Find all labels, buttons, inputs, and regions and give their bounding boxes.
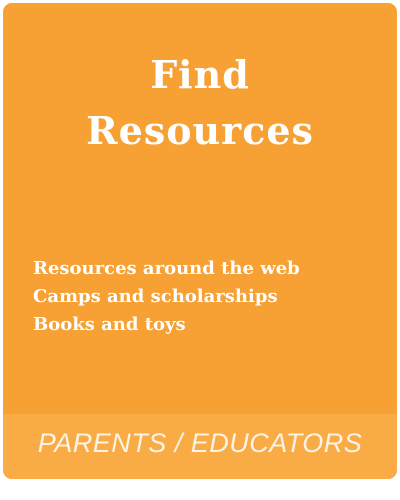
card-title-line-1: Find — [150, 52, 250, 97]
audience-label: PARENTS / EDUCATORS — [37, 428, 363, 458]
find-resources-card[interactable]: Find Resources Resources around the web … — [3, 3, 397, 479]
resource-links: Resources around the web Camps and schol… — [33, 255, 393, 339]
link-resources-around-the-web[interactable]: Resources around the web — [33, 255, 393, 283]
card-title: Find Resources — [3, 47, 397, 159]
link-camps-and-scholarships[interactable]: Camps and scholarships — [33, 283, 393, 311]
card-footer: PARENTS / EDUCATORS — [3, 414, 397, 479]
card-title-line-2: Resources — [86, 108, 314, 153]
link-books-and-toys[interactable]: Books and toys — [33, 311, 393, 339]
